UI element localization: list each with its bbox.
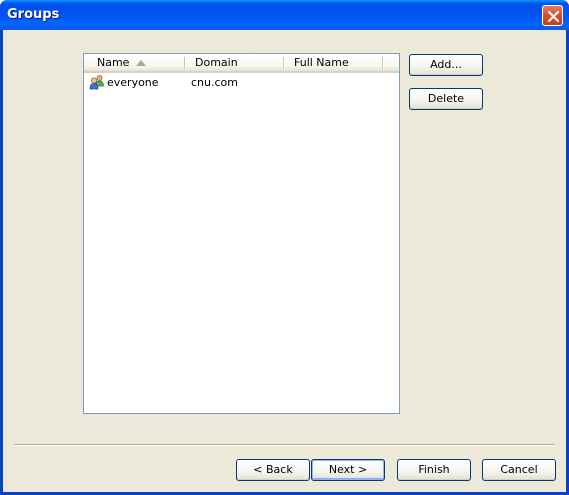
delete-button[interactable]: Delete [409,88,483,110]
close-icon [547,10,560,23]
column-header-name[interactable]: Name [84,54,184,71]
column-divider[interactable] [382,57,383,69]
next-button[interactable]: Next > [311,459,385,481]
finish-button[interactable]: Finish [397,459,471,481]
column-header-full-name[interactable]: Full Name [281,54,381,71]
footer-divider [14,444,555,446]
groups-list[interactable]: Name Domain Full Name everyone cnu.com [83,53,400,414]
sort-ascending-icon [136,60,146,66]
back-button[interactable]: < Back [236,459,310,481]
column-header-label: Domain [195,56,238,69]
close-button[interactable] [542,5,563,26]
groups-dialog: Groups Name Domain Full Name everyone cn… [0,0,569,495]
list-item[interactable]: everyone cnu.com [84,74,399,91]
cell-domain: cnu.com [191,76,238,89]
column-header-label: Full Name [294,56,349,69]
list-header: Name Domain Full Name [84,54,399,73]
cell-name: everyone [107,76,159,89]
group-icon [89,75,104,90]
dialog-body: Name Domain Full Name everyone cnu.com A… [3,30,566,492]
title-bar[interactable]: Groups [0,0,569,30]
cancel-button[interactable]: Cancel [482,459,556,481]
column-header-domain[interactable]: Domain [182,54,282,71]
window-title: Groups [7,7,60,22]
add-button[interactable]: Add... [409,54,483,76]
column-header-label: Name [97,56,130,69]
